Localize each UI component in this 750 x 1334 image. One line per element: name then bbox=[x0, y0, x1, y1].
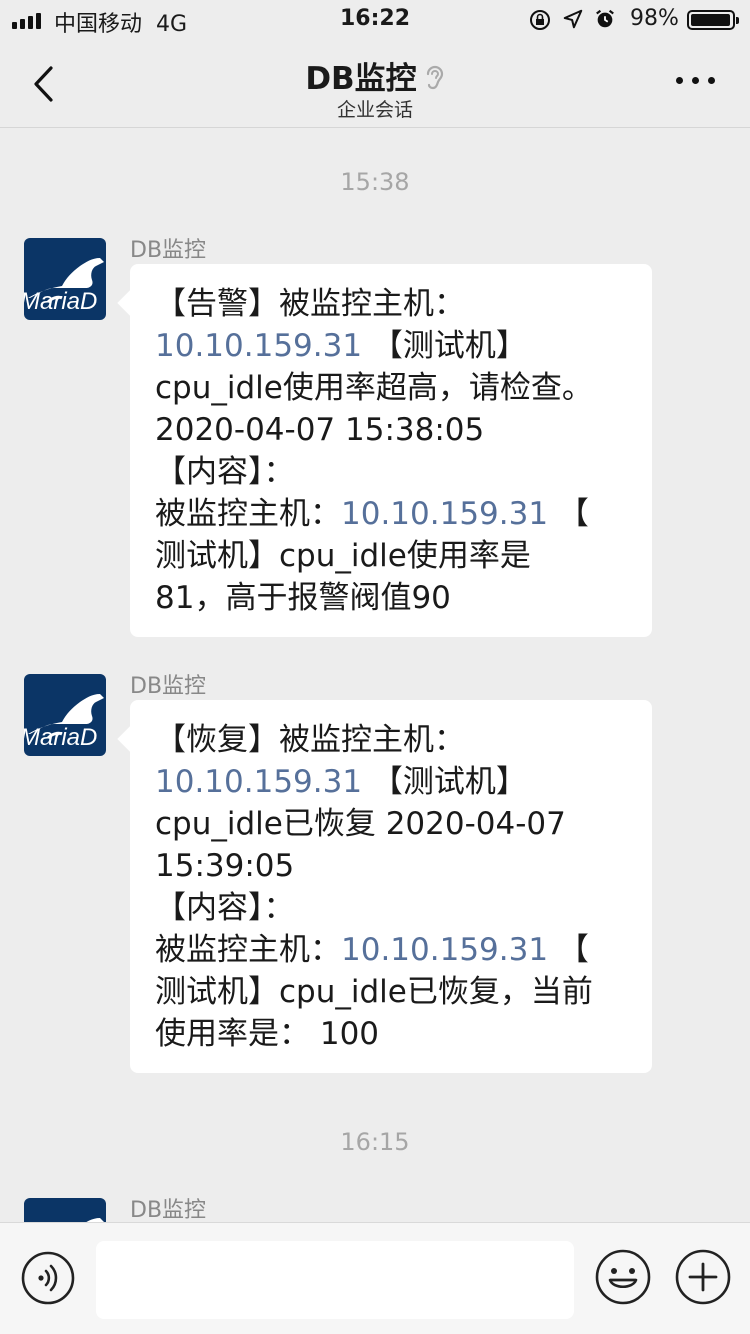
sender-avatar[interactable]: MariaD bbox=[24, 674, 106, 756]
message-text: 【测试机】 bbox=[362, 764, 527, 800]
emoji-icon bbox=[595, 1249, 651, 1305]
message-text: 【测试机】 bbox=[362, 328, 527, 364]
message-line: 15:39:05 bbox=[155, 845, 632, 887]
message-line: 使用率是： 100 bbox=[155, 1013, 632, 1055]
message-line: 81，高于报警阀值90 bbox=[155, 577, 632, 619]
message-text: 【内容】： bbox=[155, 890, 295, 926]
message-line: 被监控主机：10.10.159.31 【 bbox=[155, 493, 632, 535]
message-text: 测试机】cpu_idle使用率是 bbox=[155, 538, 531, 574]
message-bubble[interactable]: 【恢复】被监控主机： 10.10.159.31 【测试机】 cpu_idle已恢复 … bbox=[130, 700, 652, 1073]
ip-address-link[interactable]: 10.10.159.31 bbox=[155, 764, 362, 800]
message-text: 测试机】cpu_idle已恢复，当前 bbox=[155, 974, 593, 1010]
plus-icon bbox=[675, 1249, 731, 1305]
message-line: 【恢复】被监控主机： bbox=[155, 719, 632, 761]
chat-subtitle: 企业会话 bbox=[336, 99, 413, 121]
message-text: 【 bbox=[548, 496, 589, 532]
more-options-button[interactable] bbox=[672, 68, 718, 92]
sender-name: DB监控 bbox=[130, 238, 207, 263]
message-text: 【 bbox=[548, 932, 589, 968]
message-line: cpu_idle使用率超高，请检查。 bbox=[155, 367, 632, 409]
message-line: 10.10.159.31 【测试机】 bbox=[155, 325, 632, 367]
message-line: 【告警】被监控主机： bbox=[155, 283, 632, 325]
battery-icon bbox=[687, 10, 739, 30]
more-actions-button[interactable] bbox=[674, 1248, 732, 1306]
avatar-brand-text: MariaD bbox=[24, 288, 98, 315]
battery-percent: 98% bbox=[630, 6, 679, 31]
message-line: 测试机】cpu_idle使用率是 bbox=[155, 535, 632, 577]
alarm-icon bbox=[596, 9, 614, 28]
message-text: 使用率是： 100 bbox=[155, 1016, 380, 1052]
emoji-button[interactable] bbox=[594, 1248, 652, 1306]
message-input[interactable] bbox=[96, 1241, 574, 1319]
message-text: 2020-04-07 15:38:05 bbox=[155, 412, 485, 448]
message-text: 【告警】被监控主机： bbox=[155, 286, 465, 322]
page-title: DB监控 bbox=[0, 53, 750, 100]
sender-name: DB监控 bbox=[130, 1198, 207, 1223]
voice-button[interactable] bbox=[20, 1250, 76, 1306]
message-text: 【内容】： bbox=[155, 454, 295, 490]
message-text: cpu_idle使用率超高，请检查。 bbox=[155, 370, 593, 406]
ear-icon bbox=[423, 62, 445, 100]
message-line: 测试机】cpu_idle已恢复，当前 bbox=[155, 971, 632, 1013]
sender-avatar[interactable]: MariaD bbox=[24, 238, 106, 320]
message-text: cpu_idle已恢复 2020-04-07 bbox=[155, 806, 566, 842]
message-line: 10.10.159.31 【测试机】 bbox=[155, 761, 632, 803]
message-text: 81，高于报警阀值90 bbox=[155, 580, 451, 616]
message-text: 被监控主机： bbox=[155, 496, 341, 532]
message-line: 【内容】： bbox=[155, 451, 632, 493]
message-text: 【恢复】被监控主机： bbox=[155, 722, 465, 758]
ip-address-link[interactable]: 10.10.159.31 bbox=[341, 496, 548, 532]
status-bar: 中国移动 4G 16:22 98% bbox=[0, 0, 750, 40]
message-text: 15:39:05 bbox=[155, 848, 295, 884]
input-bar bbox=[0, 1222, 750, 1334]
location-arrow-icon bbox=[563, 9, 583, 29]
rotation-lock-icon bbox=[530, 10, 550, 30]
message-line: 【内容】： bbox=[155, 887, 632, 929]
ip-address-link[interactable]: 10.10.159.31 bbox=[341, 932, 548, 968]
message-text: 被监控主机： bbox=[155, 932, 341, 968]
voice-icon bbox=[21, 1251, 75, 1305]
message-timestamp: 16:15 bbox=[340, 1128, 410, 1156]
message-line: cpu_idle已恢复 2020-04-07 bbox=[155, 803, 632, 845]
nav-bar: DB监控 企业会话 bbox=[0, 40, 750, 128]
avatar-brand-text: MariaD bbox=[24, 724, 98, 751]
message-timestamp: 15:38 bbox=[340, 168, 410, 196]
message-bubble[interactable]: 【告警】被监控主机： 10.10.159.31 【测试机】 cpu_idle使用率超… bbox=[130, 264, 652, 637]
ip-address-link[interactable]: 10.10.159.31 bbox=[155, 328, 362, 364]
message-line: 2020-04-07 15:38:05 bbox=[155, 409, 632, 451]
message-line: 被监控主机：10.10.159.31 【 bbox=[155, 929, 632, 971]
sender-name: DB监控 bbox=[130, 674, 207, 699]
chat-title: DB监控 bbox=[305, 61, 417, 97]
